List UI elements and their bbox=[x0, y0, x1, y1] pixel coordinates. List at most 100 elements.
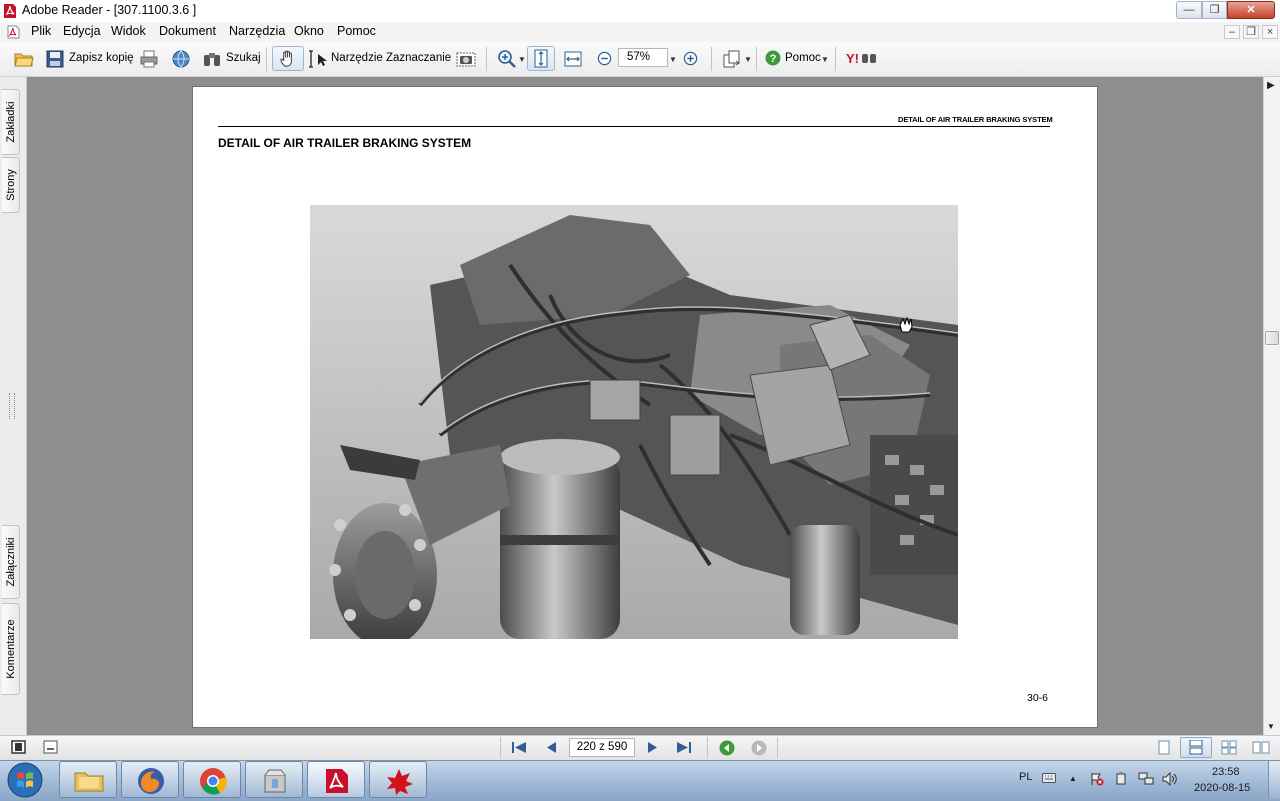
help-question-icon[interactable]: ? bbox=[765, 50, 781, 66]
scrollbar-thumb[interactable] bbox=[1265, 331, 1279, 345]
snapshot-camera-icon[interactable] bbox=[456, 49, 476, 69]
taskbar-explorer-button[interactable] bbox=[59, 761, 117, 798]
zoom-level-field[interactable]: 57% bbox=[618, 48, 668, 67]
fit-page-button[interactable] bbox=[527, 46, 555, 71]
continuous-facing-view-icon[interactable] bbox=[1252, 740, 1270, 755]
scroll-right-arrow-icon[interactable]: ▶ bbox=[1267, 80, 1275, 91]
usb-device-icon[interactable] bbox=[1114, 772, 1128, 786]
select-tool-label[interactable]: Narzędzie Zaznaczanie bbox=[331, 52, 451, 64]
svg-text:?: ? bbox=[770, 53, 777, 65]
chrome-icon bbox=[200, 768, 227, 795]
go-back-icon[interactable] bbox=[719, 740, 735, 756]
save-copy-label[interactable]: Zapisz kopię bbox=[69, 52, 134, 64]
section-title: DETAIL OF AIR TRAILER BRAKING SYSTEM bbox=[218, 136, 472, 150]
toolbar-separator bbox=[756, 47, 757, 71]
page-size-icon[interactable] bbox=[11, 740, 26, 754]
hand-icon bbox=[280, 50, 292, 67]
zoom-in-icon[interactable] bbox=[683, 51, 698, 66]
nav-separator bbox=[500, 737, 501, 758]
save-copy-icon[interactable] bbox=[45, 49, 65, 69]
toolbar-separator bbox=[711, 47, 712, 71]
panel-resize-grip[interactable] bbox=[9, 393, 15, 419]
page-number-label: 30-6 bbox=[1027, 692, 1049, 704]
previous-page-icon[interactable] bbox=[545, 741, 557, 754]
network-icon[interactable] bbox=[1138, 772, 1154, 786]
menu-window[interactable]: Okno bbox=[294, 24, 324, 38]
continuous-view-icon bbox=[1189, 740, 1203, 755]
next-page-icon[interactable] bbox=[647, 741, 659, 754]
zoom-level-dropdown-icon[interactable]: ▼ bbox=[669, 55, 677, 64]
adobe-reader-taskbar-icon bbox=[326, 769, 348, 793]
window-title: Adobe Reader - [307.1100.3.6 ] bbox=[22, 3, 197, 17]
tab-comments[interactable]: Komentarze bbox=[2, 603, 20, 695]
menu-view[interactable]: Widok bbox=[111, 24, 146, 38]
tab-attachments[interactable]: Załączniki bbox=[2, 525, 20, 599]
single-page-view-icon[interactable] bbox=[1156, 740, 1172, 755]
show-hidden-icons-icon[interactable]: ▲ bbox=[1069, 774, 1077, 783]
adobe-reader-icon bbox=[4, 4, 16, 18]
scroll-down-arrow-icon[interactable]: ▼ bbox=[1267, 722, 1275, 731]
taskbar-app-button[interactable] bbox=[369, 761, 427, 798]
close-button[interactable]: ✕ bbox=[1227, 1, 1275, 19]
nav-separator bbox=[777, 737, 778, 758]
clock-time[interactable]: 23:58 bbox=[1212, 766, 1240, 778]
select-cursor-icon[interactable] bbox=[308, 49, 328, 69]
last-page-icon[interactable] bbox=[676, 741, 692, 754]
installer-box-icon bbox=[264, 769, 286, 793]
show-desktop-button[interactable] bbox=[1268, 761, 1280, 799]
help-dropdown-icon[interactable]: ▼ bbox=[821, 55, 829, 64]
toolbar-separator bbox=[266, 47, 267, 71]
zoom-out-icon[interactable] bbox=[597, 51, 612, 66]
toolbar-separator bbox=[835, 47, 836, 71]
action-center-flag-icon[interactable] bbox=[1090, 772, 1104, 786]
email-globe-icon[interactable] bbox=[171, 49, 191, 69]
page-number-input[interactable]: 220 z 590 bbox=[569, 738, 635, 757]
help-label[interactable]: Pomoc bbox=[785, 52, 821, 64]
vertical-scrollbar[interactable] bbox=[1263, 77, 1280, 735]
zoom-tool-dropdown-icon[interactable]: ▼ bbox=[518, 55, 526, 64]
nav-separator bbox=[707, 737, 708, 758]
tab-bookmarks[interactable]: Zakładki bbox=[2, 89, 20, 155]
facing-view-icon[interactable] bbox=[1221, 740, 1237, 755]
yahoo-toolbar-icon[interactable]: Y! bbox=[845, 50, 879, 66]
tab-attachments-label: Załączniki bbox=[4, 537, 17, 587]
taskbar-chrome-button[interactable] bbox=[183, 761, 241, 798]
open-folder-icon[interactable] bbox=[14, 49, 34, 69]
fit-width-icon[interactable] bbox=[563, 49, 583, 69]
first-page-icon[interactable] bbox=[511, 741, 527, 754]
keyboard-icon[interactable] bbox=[1042, 773, 1056, 783]
search-label[interactable]: Szukaj bbox=[226, 52, 261, 64]
input-language-indicator[interactable]: PL bbox=[1019, 771, 1032, 783]
rotate-dropdown-icon[interactable]: ▼ bbox=[744, 55, 752, 64]
menu-file[interactable]: Plik bbox=[31, 24, 51, 38]
print-icon[interactable] bbox=[139, 49, 159, 69]
taskbar-adobe-reader-button[interactable] bbox=[307, 761, 365, 798]
tab-pages[interactable]: Strony bbox=[2, 157, 20, 213]
firefox-icon bbox=[138, 768, 164, 794]
volume-speaker-icon[interactable] bbox=[1162, 772, 1178, 786]
zoom-in-magnifier-icon[interactable] bbox=[497, 49, 517, 69]
taskbar-firefox-button[interactable] bbox=[121, 761, 179, 798]
menu-help[interactable]: Pomoc bbox=[337, 24, 376, 38]
go-forward-icon[interactable] bbox=[751, 740, 767, 756]
hand-tool-button[interactable] bbox=[272, 46, 304, 71]
continuous-view-button[interactable] bbox=[1180, 737, 1212, 758]
document-icon[interactable] bbox=[7, 25, 20, 39]
collapse-panel-icon[interactable] bbox=[43, 740, 58, 754]
menu-tools[interactable]: Narzędzia bbox=[229, 24, 285, 38]
doc-restore-button[interactable]: ❐ bbox=[1243, 25, 1259, 39]
doc-minimize-button[interactable]: – bbox=[1224, 25, 1240, 39]
red-splash-app-icon bbox=[387, 769, 413, 795]
start-button-icon[interactable] bbox=[5, 761, 45, 799]
taskbar-installer-button[interactable] bbox=[245, 761, 303, 798]
clock-date[interactable]: 2020-08-15 bbox=[1194, 782, 1250, 794]
svg-text:Y!: Y! bbox=[846, 51, 859, 66]
menu-edit[interactable]: Edycja bbox=[63, 24, 101, 38]
menu-document[interactable]: Dokument bbox=[159, 24, 216, 38]
doc-close-button[interactable]: × bbox=[1262, 25, 1278, 39]
maximize-button[interactable]: ❐ bbox=[1202, 1, 1227, 19]
search-binoculars-icon[interactable] bbox=[202, 49, 222, 69]
toolbar-separator bbox=[486, 47, 487, 71]
minimize-button[interactable]: — bbox=[1176, 1, 1202, 19]
rotate-pages-icon[interactable] bbox=[722, 49, 742, 69]
